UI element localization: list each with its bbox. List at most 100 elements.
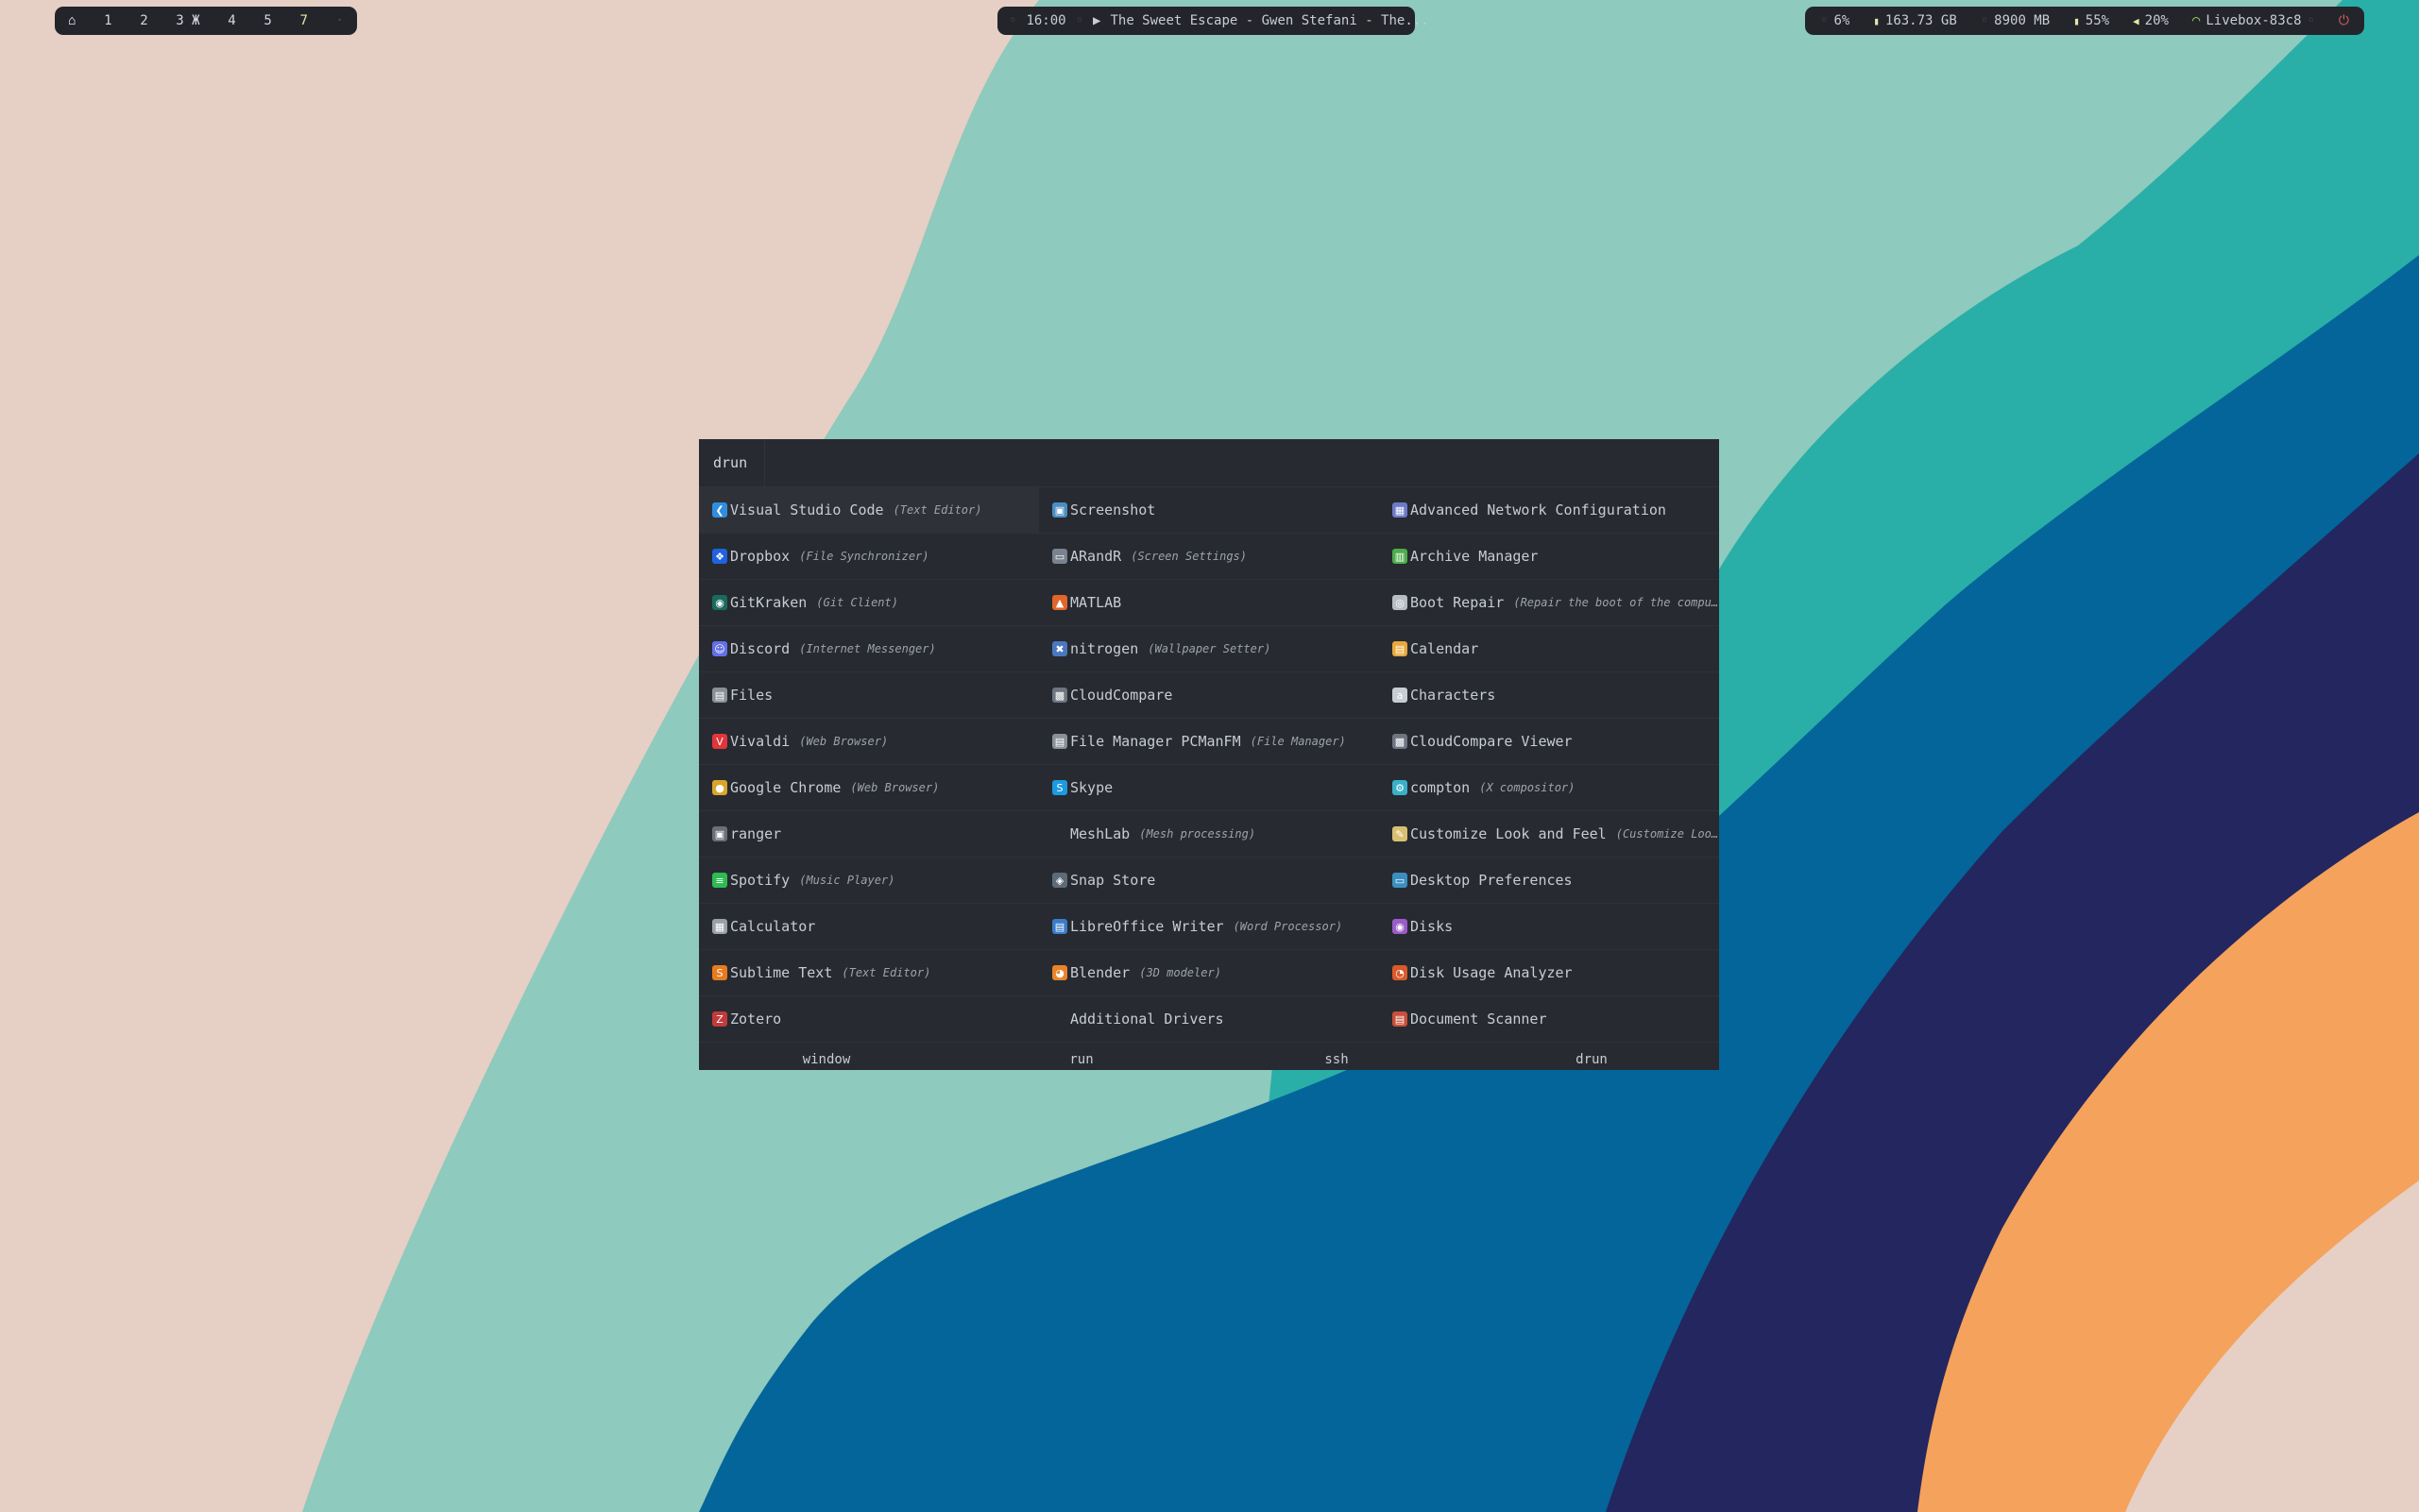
search-input[interactable] bbox=[765, 439, 1719, 486]
app-entry[interactable]: ✖ nitrogen (Wallpaper Setter) bbox=[1039, 626, 1379, 672]
gitkraken-icon: ◉ bbox=[712, 595, 727, 610]
launcher-prompt: drun bbox=[699, 439, 766, 486]
app-entry[interactable]: ▦ Calculator bbox=[699, 904, 1039, 950]
app-name: compton bbox=[1410, 779, 1471, 796]
app-name: Spotify bbox=[730, 872, 791, 889]
app-entry[interactable]: S Sublime Text (Text Editor) bbox=[699, 950, 1039, 996]
workspace-2[interactable]: 2 bbox=[140, 13, 147, 28]
power-icon[interactable]: ⏻ bbox=[2339, 13, 2349, 28]
app-description: (Music Player) bbox=[799, 874, 895, 887]
mode-run[interactable]: run bbox=[954, 1051, 1209, 1070]
app-entry[interactable]: ◔ Disk Usage Analyzer bbox=[1379, 950, 1719, 996]
app-description: (Customize Look… bbox=[1615, 827, 1719, 841]
app-name: CloudCompare bbox=[1070, 687, 1173, 704]
mode-window[interactable]: window bbox=[699, 1051, 954, 1070]
app-entry[interactable]: ⚙ compton (X compositor) bbox=[1379, 765, 1719, 811]
app-entry[interactable]: ▤ Document Scanner bbox=[1379, 996, 1719, 1043]
app-entry[interactable]: ◉ GitKraken (Git Client) bbox=[699, 580, 1039, 626]
chrome-icon: ● bbox=[712, 780, 727, 795]
volume-status[interactable]: ◀ 20% bbox=[2133, 13, 2169, 28]
mode-drun[interactable]: drun bbox=[1464, 1051, 1719, 1070]
screenshot-icon: ▣ bbox=[1052, 502, 1067, 518]
app-entry[interactable]: ▲ MATLAB bbox=[1039, 580, 1379, 626]
app-entry[interactable]: ◎ Boot Repair (Repair the boot of the comp… bbox=[1379, 580, 1719, 626]
calculator-icon: ▦ bbox=[712, 919, 727, 934]
app-grid: ❮ Visual Studio Code (Text Editor) ❖ Dropbox… bbox=[699, 487, 1719, 1054]
cloudcompare-viewer-icon: ▩ bbox=[1392, 734, 1407, 749]
app-description: (Text Editor) bbox=[842, 966, 931, 979]
discord-icon: ☺ bbox=[712, 641, 727, 656]
vivaldi-icon: V bbox=[712, 734, 727, 749]
app-name: Disk Usage Analyzer bbox=[1410, 964, 1573, 981]
play-icon[interactable]: ▶ bbox=[1093, 13, 1100, 28]
workspace-5[interactable]: 5 bbox=[264, 13, 271, 28]
calendar-icon: ▤ bbox=[1392, 641, 1407, 656]
app-entry[interactable]: ▤ File Manager PCManFM (File Manager) bbox=[1039, 719, 1379, 765]
app-entry[interactable]: ▭ Desktop Preferences bbox=[1379, 858, 1719, 904]
app-entry[interactable]: ▤ Files bbox=[699, 672, 1039, 719]
app-column-1: ❮ Visual Studio Code (Text Editor) ❖ Dropbox… bbox=[699, 487, 1039, 1043]
app-entry[interactable]: ▣ Screenshot bbox=[1039, 487, 1379, 534]
app-entry[interactable]: V Vivaldi (Web Browser) bbox=[699, 719, 1039, 765]
sublime-icon: S bbox=[712, 965, 727, 980]
app-description: (File Manager) bbox=[1250, 735, 1346, 748]
app-entry[interactable]: ≡ Spotify (Music Player) bbox=[699, 858, 1039, 904]
app-name: Disks bbox=[1410, 918, 1454, 935]
workspace-3[interactable]: 3 Ж bbox=[176, 13, 199, 28]
app-entry[interactable]: a Characters bbox=[1379, 672, 1719, 719]
app-entry[interactable]: Z Zotero bbox=[699, 996, 1039, 1043]
app-name: Google Chrome bbox=[730, 779, 842, 796]
app-entry[interactable]: S Skype bbox=[1039, 765, 1379, 811]
matlab-icon: ▲ bbox=[1052, 595, 1067, 610]
workspace-bar: ⌂ 1 2 3 Ж 4 5 7 · bbox=[55, 7, 357, 35]
workspace-4[interactable]: 4 bbox=[228, 13, 235, 28]
app-entry[interactable]: MeshLab (Mesh processing) bbox=[1039, 811, 1379, 858]
app-name: Dropbox bbox=[730, 548, 791, 565]
app-entry[interactable]: ❮ Visual Studio Code (Text Editor) bbox=[699, 487, 1039, 534]
cpu-value: 6% bbox=[1833, 13, 1850, 28]
network-name: Livebox-83c8 bbox=[2206, 13, 2302, 28]
archive-icon: ▥ bbox=[1392, 549, 1407, 564]
writer-icon: ▤ bbox=[1052, 919, 1067, 934]
network-config-icon: ▦ bbox=[1392, 502, 1407, 518]
app-entry[interactable]: ◈ Snap Store bbox=[1039, 858, 1379, 904]
workspace-7[interactable]: 7 bbox=[299, 13, 307, 28]
workspace-extra[interactable]: · bbox=[336, 13, 344, 28]
app-name: LibreOffice Writer bbox=[1070, 918, 1224, 935]
app-entry[interactable]: Additional Drivers bbox=[1039, 996, 1379, 1043]
status-bar: ◦ 6% ▮ 163.73 GB ◦ 8900 MB ▮ 55% ◀ 20% ◠ Liveb… bbox=[1805, 7, 2364, 35]
app-entry[interactable]: ▣ ranger bbox=[699, 811, 1039, 858]
wifi-icon: ◠ bbox=[2191, 13, 2201, 28]
app-entry[interactable]: ◉ Disks bbox=[1379, 904, 1719, 950]
mode-switcher: window run ssh drun bbox=[699, 1051, 1719, 1070]
app-entry[interactable]: ◕ Blender (3D modeler) bbox=[1039, 950, 1379, 996]
mode-ssh[interactable]: ssh bbox=[1209, 1051, 1464, 1070]
app-description: (Mesh processing) bbox=[1139, 827, 1256, 841]
app-entry[interactable]: ● Google Chrome (Web Browser) bbox=[699, 765, 1039, 811]
app-entry[interactable]: ✎ Customize Look and Feel (Customize Look… bbox=[1379, 811, 1719, 858]
app-column-3: ▦ Advanced Network Configuration ▥ Archive … bbox=[1379, 487, 1719, 1043]
app-entry[interactable]: ▤ LibreOffice Writer (Word Processor) bbox=[1039, 904, 1379, 950]
app-entry[interactable]: ☺ Discord (Internet Messenger) bbox=[699, 626, 1039, 672]
app-name: Vivaldi bbox=[730, 733, 791, 750]
vscode-icon: ❮ bbox=[712, 502, 727, 518]
customize-icon: ✎ bbox=[1392, 826, 1407, 841]
monitor-icon: ▭ bbox=[1052, 549, 1067, 564]
app-entry[interactable]: ▩ CloudCompare Viewer bbox=[1379, 719, 1719, 765]
network-status[interactable]: ◠ Livebox-83c8 ◦ bbox=[2192, 13, 2315, 28]
app-name: Calculator bbox=[730, 918, 816, 935]
app-entry[interactable]: ▭ ARandR (Screen Settings) bbox=[1039, 534, 1379, 580]
workspace-1[interactable]: 1 bbox=[104, 13, 111, 28]
app-entry[interactable]: ▩ CloudCompare bbox=[1039, 672, 1379, 719]
app-entry[interactable]: ❖ Dropbox (File Synchronizer) bbox=[699, 534, 1039, 580]
app-entry[interactable]: ▥ Archive Manager bbox=[1379, 534, 1719, 580]
battery-status: ▮ 55% bbox=[2073, 13, 2109, 28]
app-name: Skype bbox=[1070, 779, 1114, 796]
home-icon[interactable]: ⌂ bbox=[68, 13, 76, 28]
media-title[interactable]: The Sweet Escape - Gwen Stefani - The... bbox=[1110, 13, 1428, 28]
app-description: (Repair the boot of the compu… bbox=[1513, 596, 1719, 609]
app-description: (Git Client) bbox=[816, 596, 898, 609]
app-entry[interactable]: ▤ Calendar bbox=[1379, 626, 1719, 672]
snapstore-icon: ◈ bbox=[1052, 873, 1067, 888]
app-entry[interactable]: ▦ Advanced Network Configuration bbox=[1379, 487, 1719, 534]
